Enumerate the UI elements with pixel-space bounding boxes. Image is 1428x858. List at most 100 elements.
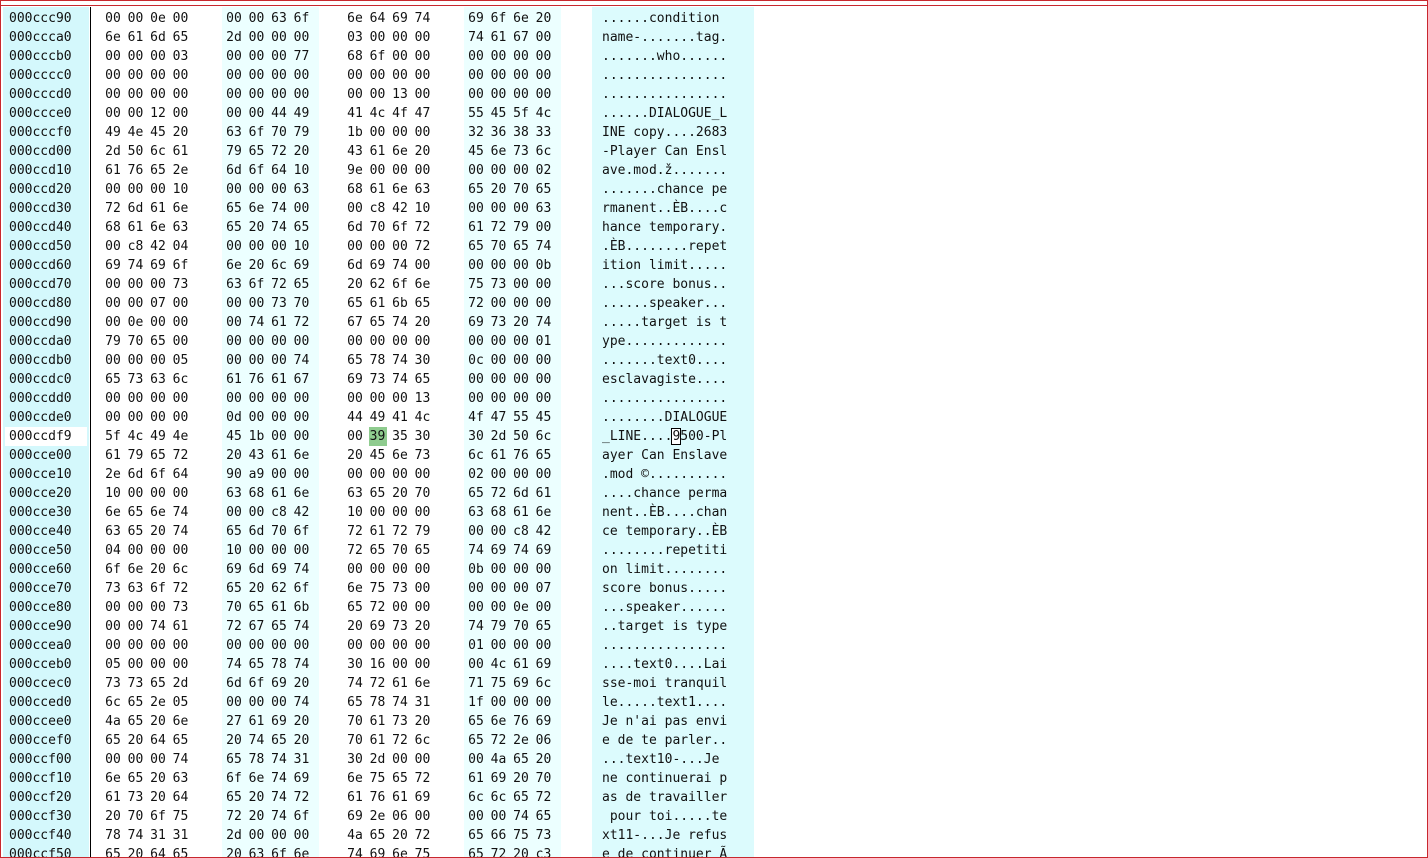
hex-byte[interactable]: 65: [172, 845, 190, 857]
hex-byte[interactable]: 00: [535, 218, 553, 237]
hex-byte[interactable]: 78: [369, 351, 387, 370]
ascii-text[interactable]: .......who......: [602, 47, 727, 66]
hex-byte[interactable]: 68: [346, 47, 364, 66]
ascii-text[interactable]: ................: [602, 85, 727, 104]
hex-byte[interactable]: 20: [535, 750, 553, 769]
hex-byte[interactable]: 00: [391, 750, 409, 769]
hex-byte[interactable]: 00: [467, 389, 485, 408]
hex-byte[interactable]: 90: [225, 465, 243, 484]
hex-byte[interactable]: 68: [248, 484, 266, 503]
hex-byte[interactable]: 65: [346, 294, 364, 313]
hex-byte[interactable]: 00: [127, 180, 145, 199]
hex-byte[interactable]: 65: [512, 750, 530, 769]
hex-byte[interactable]: 00: [293, 199, 311, 218]
hex-byte[interactable]: 00: [225, 503, 243, 522]
ascii-text[interactable]: sse-moi tranquil: [602, 674, 727, 693]
hex-byte[interactable]: 2d: [104, 142, 122, 161]
hex-byte[interactable]: 00: [467, 598, 485, 617]
hex-byte[interactable]: 74: [149, 617, 167, 636]
ascii-text[interactable]: as de travailler: [602, 788, 727, 807]
hex-byte[interactable]: 03: [172, 47, 190, 66]
hex-byte[interactable]: 00: [127, 351, 145, 370]
hex-byte[interactable]: 65: [225, 788, 243, 807]
hex-byte[interactable]: 74: [127, 826, 145, 845]
hex-byte[interactable]: 00: [104, 180, 122, 199]
hex-byte[interactable]: 78: [248, 750, 266, 769]
hex-byte[interactable]: 00: [104, 66, 122, 85]
hex-byte[interactable]: 63: [248, 845, 266, 857]
hex-byte[interactable]: 00: [346, 427, 364, 446]
hex-byte[interactable]: 00: [293, 541, 311, 560]
hex-byte[interactable]: 00: [293, 427, 311, 446]
hex-byte[interactable]: 01: [535, 332, 553, 351]
hex-byte[interactable]: 65: [104, 731, 122, 750]
hex-byte[interactable]: c3: [535, 845, 553, 857]
hex-byte[interactable]: 49: [369, 408, 387, 427]
hex-byte[interactable]: 4a: [490, 750, 508, 769]
hex-byte[interactable]: 00: [127, 655, 145, 674]
ascii-text[interactable]: ayer Can Enslave: [602, 446, 727, 465]
hex-byte[interactable]: 00: [225, 85, 243, 104]
hex-byte[interactable]: 6e: [414, 674, 432, 693]
hex-byte[interactable]: 72: [225, 617, 243, 636]
hex-byte[interactable]: 75: [467, 275, 485, 294]
hex-byte[interactable]: 6d: [127, 465, 145, 484]
hex-byte[interactable]: 64: [149, 845, 167, 857]
hex-byte[interactable]: 00: [512, 199, 530, 218]
hex-byte[interactable]: 74: [391, 256, 409, 275]
hex-byte[interactable]: 00: [535, 351, 553, 370]
hex-byte[interactable]: 69: [535, 712, 553, 731]
hex-byte[interactable]: 70: [127, 332, 145, 351]
hex-byte[interactable]: 49: [149, 427, 167, 446]
ascii-text[interactable]: esclavagiste....: [602, 370, 727, 389]
hex-byte[interactable]: 65: [149, 161, 167, 180]
hex-byte[interactable]: 00: [127, 389, 145, 408]
hex-byte[interactable]: 74: [172, 522, 190, 541]
hex-byte[interactable]: 74: [270, 750, 288, 769]
hex-byte[interactable]: 6b: [391, 294, 409, 313]
ascii-text[interactable]: .....target is t: [602, 313, 727, 332]
hex-byte[interactable]: 20: [127, 845, 145, 857]
hex-byte[interactable]: 20: [127, 731, 145, 750]
hex-byte[interactable]: 00: [467, 256, 485, 275]
hex-byte[interactable]: 6c: [172, 560, 190, 579]
hex-byte[interactable]: 74: [512, 541, 530, 560]
hex-byte[interactable]: 00: [104, 275, 122, 294]
hex-byte[interactable]: 00: [104, 47, 122, 66]
hex-byte[interactable]: 00: [467, 750, 485, 769]
hex-byte[interactable]: 69: [270, 712, 288, 731]
hex-byte[interactable]: 69: [414, 788, 432, 807]
hex-byte[interactable]: 00: [127, 104, 145, 123]
hex-byte[interactable]: 65: [127, 712, 145, 731]
hex-byte[interactable]: 10: [293, 237, 311, 256]
hex-byte[interactable]: 72: [270, 275, 288, 294]
hex-byte[interactable]: 00: [369, 503, 387, 522]
hex-byte[interactable]: 61: [127, 28, 145, 47]
hex-byte[interactable]: 69: [369, 617, 387, 636]
hex-byte[interactable]: 79: [293, 123, 311, 142]
hex-byte[interactable]: 67: [248, 617, 266, 636]
hex-byte[interactable]: 20: [172, 123, 190, 142]
hex-byte[interactable]: 6b: [293, 598, 311, 617]
ascii-text[interactable]: ..target is type: [602, 617, 727, 636]
hex-byte[interactable]: 20: [293, 731, 311, 750]
hex-byte[interactable]: 00: [369, 389, 387, 408]
hex-byte[interactable]: 16: [369, 655, 387, 674]
hex-byte[interactable]: 00: [225, 237, 243, 256]
hex-byte[interactable]: 74: [127, 256, 145, 275]
hex-byte[interactable]: 00: [414, 47, 432, 66]
hex-byte[interactable]: 6f: [293, 579, 311, 598]
ascii-text[interactable]: ype.............: [602, 332, 727, 351]
hex-byte[interactable]: 00: [535, 560, 553, 579]
hex-byte[interactable]: 65: [127, 522, 145, 541]
hex-byte[interactable]: 00: [104, 750, 122, 769]
hex-byte[interactable]: 65: [225, 199, 243, 218]
hex-byte[interactable]: 35: [391, 427, 409, 446]
hex-byte[interactable]: 61: [172, 617, 190, 636]
hex-byte[interactable]: 68: [104, 218, 122, 237]
ascii-text[interactable]: on limit........: [602, 560, 727, 579]
hex-byte[interactable]: 74: [346, 674, 364, 693]
ascii-text[interactable]: ........DIALOGUE: [602, 408, 727, 427]
hex-byte[interactable]: 00: [149, 598, 167, 617]
hex-byte[interactable]: 61: [104, 788, 122, 807]
